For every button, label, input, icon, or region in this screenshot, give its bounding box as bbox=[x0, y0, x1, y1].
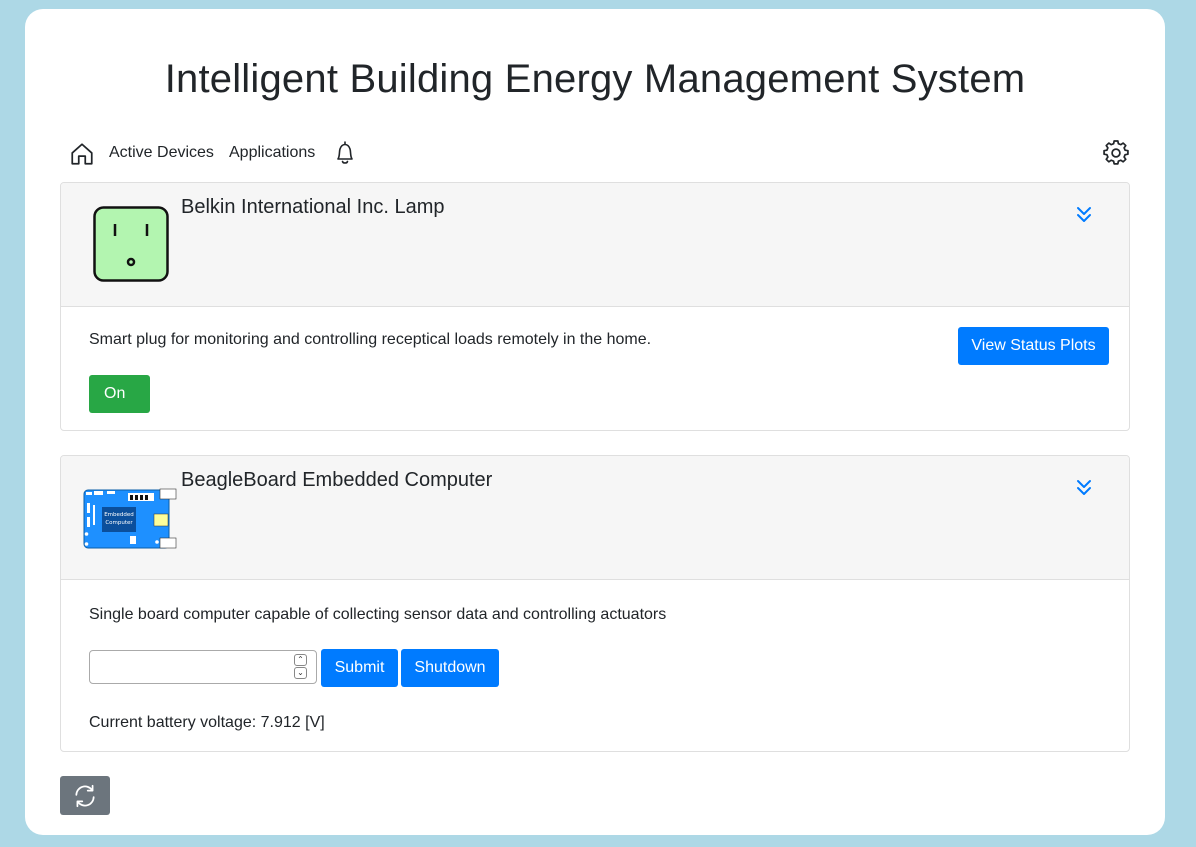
chevron-double-down-icon[interactable] bbox=[1074, 205, 1094, 225]
submit-button[interactable]: Submit bbox=[321, 649, 398, 687]
refresh-icon bbox=[75, 784, 95, 807]
on-toggle-button[interactable]: On bbox=[89, 375, 150, 413]
device-card-body: Smart plug for monitoring and controllin… bbox=[61, 307, 1129, 430]
device-card-lamp: Belkin International Inc. Lamp Smart plu… bbox=[60, 182, 1130, 431]
device-title: Belkin International Inc. Lamp bbox=[181, 196, 445, 218]
nav-active-devices[interactable]: Active Devices bbox=[109, 144, 214, 162]
device-card-header[interactable]: Belkin International Inc. Lamp bbox=[61, 183, 1129, 307]
nav-applications[interactable]: Applications bbox=[229, 144, 315, 162]
smart-plug-icon bbox=[93, 206, 169, 282]
number-input[interactable]: ⌃ ⌄ bbox=[89, 650, 317, 684]
device-description: Single board computer capable of collect… bbox=[89, 606, 667, 623]
home-icon[interactable] bbox=[69, 141, 95, 167]
device-card-body: Single board computer capable of collect… bbox=[61, 456, 1129, 751]
gear-icon[interactable] bbox=[1103, 140, 1129, 166]
navbar: Active Devices Applications bbox=[60, 137, 1130, 171]
bell-icon[interactable] bbox=[333, 140, 357, 166]
shutdown-button[interactable]: Shutdown bbox=[401, 649, 499, 687]
device-card-beagleboard: Embedded Computer BeagleBoard Embedded C… bbox=[60, 455, 1130, 752]
battery-voltage: Current battery voltage: 7.912 [V] bbox=[89, 714, 325, 731]
view-status-plots-button[interactable]: View Status Plots bbox=[958, 327, 1109, 365]
spin-down-icon[interactable]: ⌄ bbox=[294, 667, 307, 679]
refresh-button[interactable] bbox=[60, 776, 110, 815]
page-title: Intelligent Building Energy Management S… bbox=[164, 57, 1026, 101]
spin-up-icon[interactable]: ⌃ bbox=[294, 654, 307, 666]
number-spinner[interactable]: ⌃ ⌄ bbox=[294, 654, 308, 680]
main-panel: Intelligent Building Energy Management S… bbox=[25, 9, 1165, 835]
device-description: Smart plug for monitoring and controllin… bbox=[89, 331, 652, 348]
